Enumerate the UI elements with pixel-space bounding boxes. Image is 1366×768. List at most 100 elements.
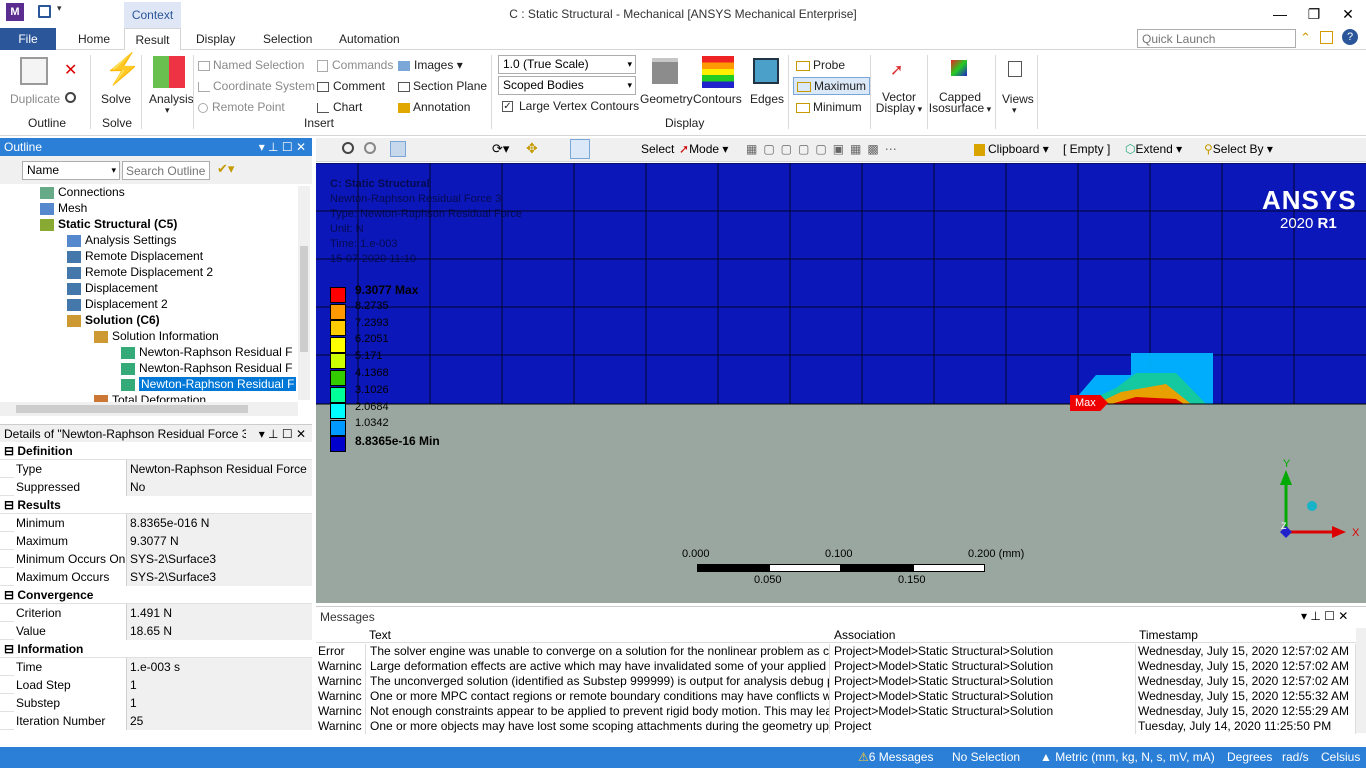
tree-item[interactable]: Newton-Raphson Residual F xyxy=(121,376,297,392)
details-value[interactable]: 1.e-003 s xyxy=(127,658,312,676)
geometry-button[interactable]: Geometry xyxy=(640,92,693,106)
tree-item[interactable]: Total Deformation xyxy=(94,392,206,402)
edges-button[interactable]: Edges xyxy=(750,92,784,106)
details-value[interactable]: Newton-Raphson Residual Force xyxy=(127,460,312,478)
messages-status[interactable]: ⚠6 Messages xyxy=(858,747,933,768)
tree-item[interactable]: Remote Displacement 2 xyxy=(67,264,213,280)
images-button[interactable]: Images ▾ xyxy=(398,58,463,72)
maximum-button[interactable]: Maximum xyxy=(793,77,871,95)
collapse-icon[interactable]: ⊟ xyxy=(4,498,17,512)
tree-item[interactable]: Remote Displacement xyxy=(67,248,203,264)
scoped-bodies-select[interactable]: Scoped Bodies ▾ xyxy=(498,76,636,95)
remote-point-button[interactable]: Remote Point xyxy=(198,100,285,114)
outline-filter-select[interactable]: Name ▾ xyxy=(22,161,120,180)
tree-item[interactable]: Displacement 2 xyxy=(67,296,168,312)
message-row[interactable]: Error The solver engine was unable to con… xyxy=(316,644,1356,659)
zoom-fit-icon[interactable] xyxy=(570,139,590,159)
messages-scrollbar[interactable] xyxy=(1356,628,1366,733)
zoom-out-icon[interactable] xyxy=(364,142,376,154)
details-window-controls[interactable]: ▾ ⊥ ☐ ✕ xyxy=(259,425,306,443)
view-cube-icon[interactable] xyxy=(390,141,406,157)
tree-item[interactable]: Mesh xyxy=(40,200,87,216)
details-value[interactable]: 1 xyxy=(127,694,312,712)
find-icon[interactable] xyxy=(65,92,76,103)
collapse-icon[interactable]: ⊟ xyxy=(4,588,17,602)
tab-selection[interactable]: Selection xyxy=(253,28,322,50)
details-value[interactable]: 1 xyxy=(127,676,312,694)
pan-icon[interactable]: ✥ xyxy=(526,140,538,157)
rotate-icon[interactable]: ⟳▾ xyxy=(492,141,509,157)
tab-home[interactable]: Home xyxy=(68,28,120,50)
units-status[interactable]: ▲ Metric (mm, kg, N, s, mV, mA) xyxy=(1040,747,1215,768)
zoom-in-icon[interactable] xyxy=(342,142,354,154)
selection-filter-icons[interactable]: ▦▢▢▢▢▣▦▩⋯ xyxy=(746,142,903,156)
rotation-status[interactable]: rad/s xyxy=(1282,747,1309,768)
tab-automation[interactable]: Automation xyxy=(329,28,410,50)
vector-display-button[interactable]: Vector Display ▾ xyxy=(875,91,923,115)
tree-item[interactable]: Displacement xyxy=(67,280,158,296)
outline-scrollbar[interactable] xyxy=(298,186,310,400)
tree-item[interactable]: Newton-Raphson Residual F xyxy=(121,344,292,360)
delete-icon[interactable]: ✕ xyxy=(64,60,77,80)
views-dropdown-icon[interactable]: ▾ xyxy=(1012,105,1017,116)
messages-window-controls[interactable]: ▾ ⊥ ☐ ✕ xyxy=(1301,609,1348,623)
tree-item[interactable]: Solution Information xyxy=(94,328,219,344)
details-value[interactable]: No xyxy=(127,478,312,496)
details-section[interactable]: ⊟ Results xyxy=(0,496,312,514)
temperature-status[interactable]: Celsius xyxy=(1321,747,1360,768)
capped-isosurface-button[interactable]: Capped Isosurface ▾ xyxy=(928,91,992,115)
duplicate-button[interactable]: Duplicate xyxy=(10,92,60,106)
tree-item[interactable]: Newton-Raphson Residual F xyxy=(121,360,292,376)
col-timestamp[interactable]: Timestamp xyxy=(1139,628,1198,643)
coordinate-system-button[interactable]: Coordinate System xyxy=(198,79,315,93)
probe-button[interactable]: Probe xyxy=(796,58,845,72)
details-value[interactable]: 8.8365e-016 N xyxy=(127,514,312,532)
outline-hscrollbar[interactable] xyxy=(0,402,298,416)
tab-display[interactable]: Display xyxy=(186,28,245,50)
section-plane-button[interactable]: Section Plane xyxy=(398,79,487,93)
large-vertex-contours-checkbox[interactable]: ✓ Large Vertex Contours xyxy=(502,99,639,113)
chart-button[interactable]: Chart xyxy=(317,100,362,114)
feedback-icon[interactable] xyxy=(1320,31,1333,44)
graphics-viewport[interactable]: C: Static Structural Newton-Raphson Resid… xyxy=(316,163,1366,603)
tree-item[interactable]: Connections xyxy=(40,184,125,200)
angle-status[interactable]: Degrees xyxy=(1227,747,1272,768)
minimize-button[interactable]: ― xyxy=(1263,0,1297,28)
tree-item[interactable]: Solution (C6) xyxy=(67,312,160,328)
comment-button[interactable]: Comment xyxy=(317,79,385,93)
message-row[interactable]: Warninc One or more MPC contact regions o… xyxy=(316,689,1356,704)
col-text[interactable]: Text xyxy=(369,628,391,643)
details-value[interactable]: 1.491 N xyxy=(127,604,312,622)
message-row[interactable]: Warninc One or more objects may have lost… xyxy=(316,719,1356,734)
commands-button[interactable]: Commands xyxy=(317,58,393,72)
details-section[interactable]: ⊟ Information xyxy=(0,640,312,658)
details-section[interactable]: ⊟ Convergence xyxy=(0,586,312,604)
contours-button[interactable]: Contours xyxy=(693,92,742,106)
solve-button[interactable]: Solve xyxy=(101,92,131,106)
details-section[interactable]: ⊟ Definition xyxy=(0,442,312,460)
minimum-button[interactable]: Minimum xyxy=(796,100,862,114)
clipboard-button[interactable]: Clipboard ▾ xyxy=(974,142,1049,156)
details-value[interactable]: 25 xyxy=(127,712,312,730)
tree-item[interactable]: Analysis Settings xyxy=(67,232,176,248)
details-value[interactable]: SYS-2\Surface3 xyxy=(127,568,312,586)
message-row[interactable]: Warninc Not enough constraints appear to … xyxy=(316,704,1356,719)
analysis-dropdown-icon[interactable]: ▾ xyxy=(165,105,170,116)
views-button[interactable]: Views xyxy=(1002,92,1034,106)
details-value[interactable]: 18.65 N xyxy=(127,622,312,640)
details-value[interactable]: 9.3077 N xyxy=(127,532,312,550)
col-association[interactable]: Association xyxy=(834,628,895,643)
collapse-ribbon-icon[interactable]: ⌃ xyxy=(1300,30,1311,46)
outline-filter-toggle-icon[interactable]: ✔▾ xyxy=(217,161,234,177)
select-by-button[interactable]: ⚲Select By ▾ xyxy=(1204,142,1273,156)
collapse-icon[interactable]: ⊟ xyxy=(4,444,17,458)
message-row[interactable]: Warninc The unconverged solution (identif… xyxy=(316,674,1356,689)
analysis-button[interactable]: Analysis xyxy=(149,92,194,106)
help-icon[interactable]: ? xyxy=(1342,29,1358,45)
named-selection-button[interactable]: Named Selection xyxy=(198,58,304,72)
extend-button[interactable]: ⬡Extend ▾ xyxy=(1125,142,1182,156)
outline-window-controls[interactable]: ▾ ⊥ ☐ ✕ xyxy=(259,138,306,156)
message-row[interactable]: Warninc Large deformation effects are act… xyxy=(316,659,1356,674)
close-button[interactable]: ✕ xyxy=(1331,0,1365,28)
annotation-button[interactable]: Annotation xyxy=(398,100,470,114)
